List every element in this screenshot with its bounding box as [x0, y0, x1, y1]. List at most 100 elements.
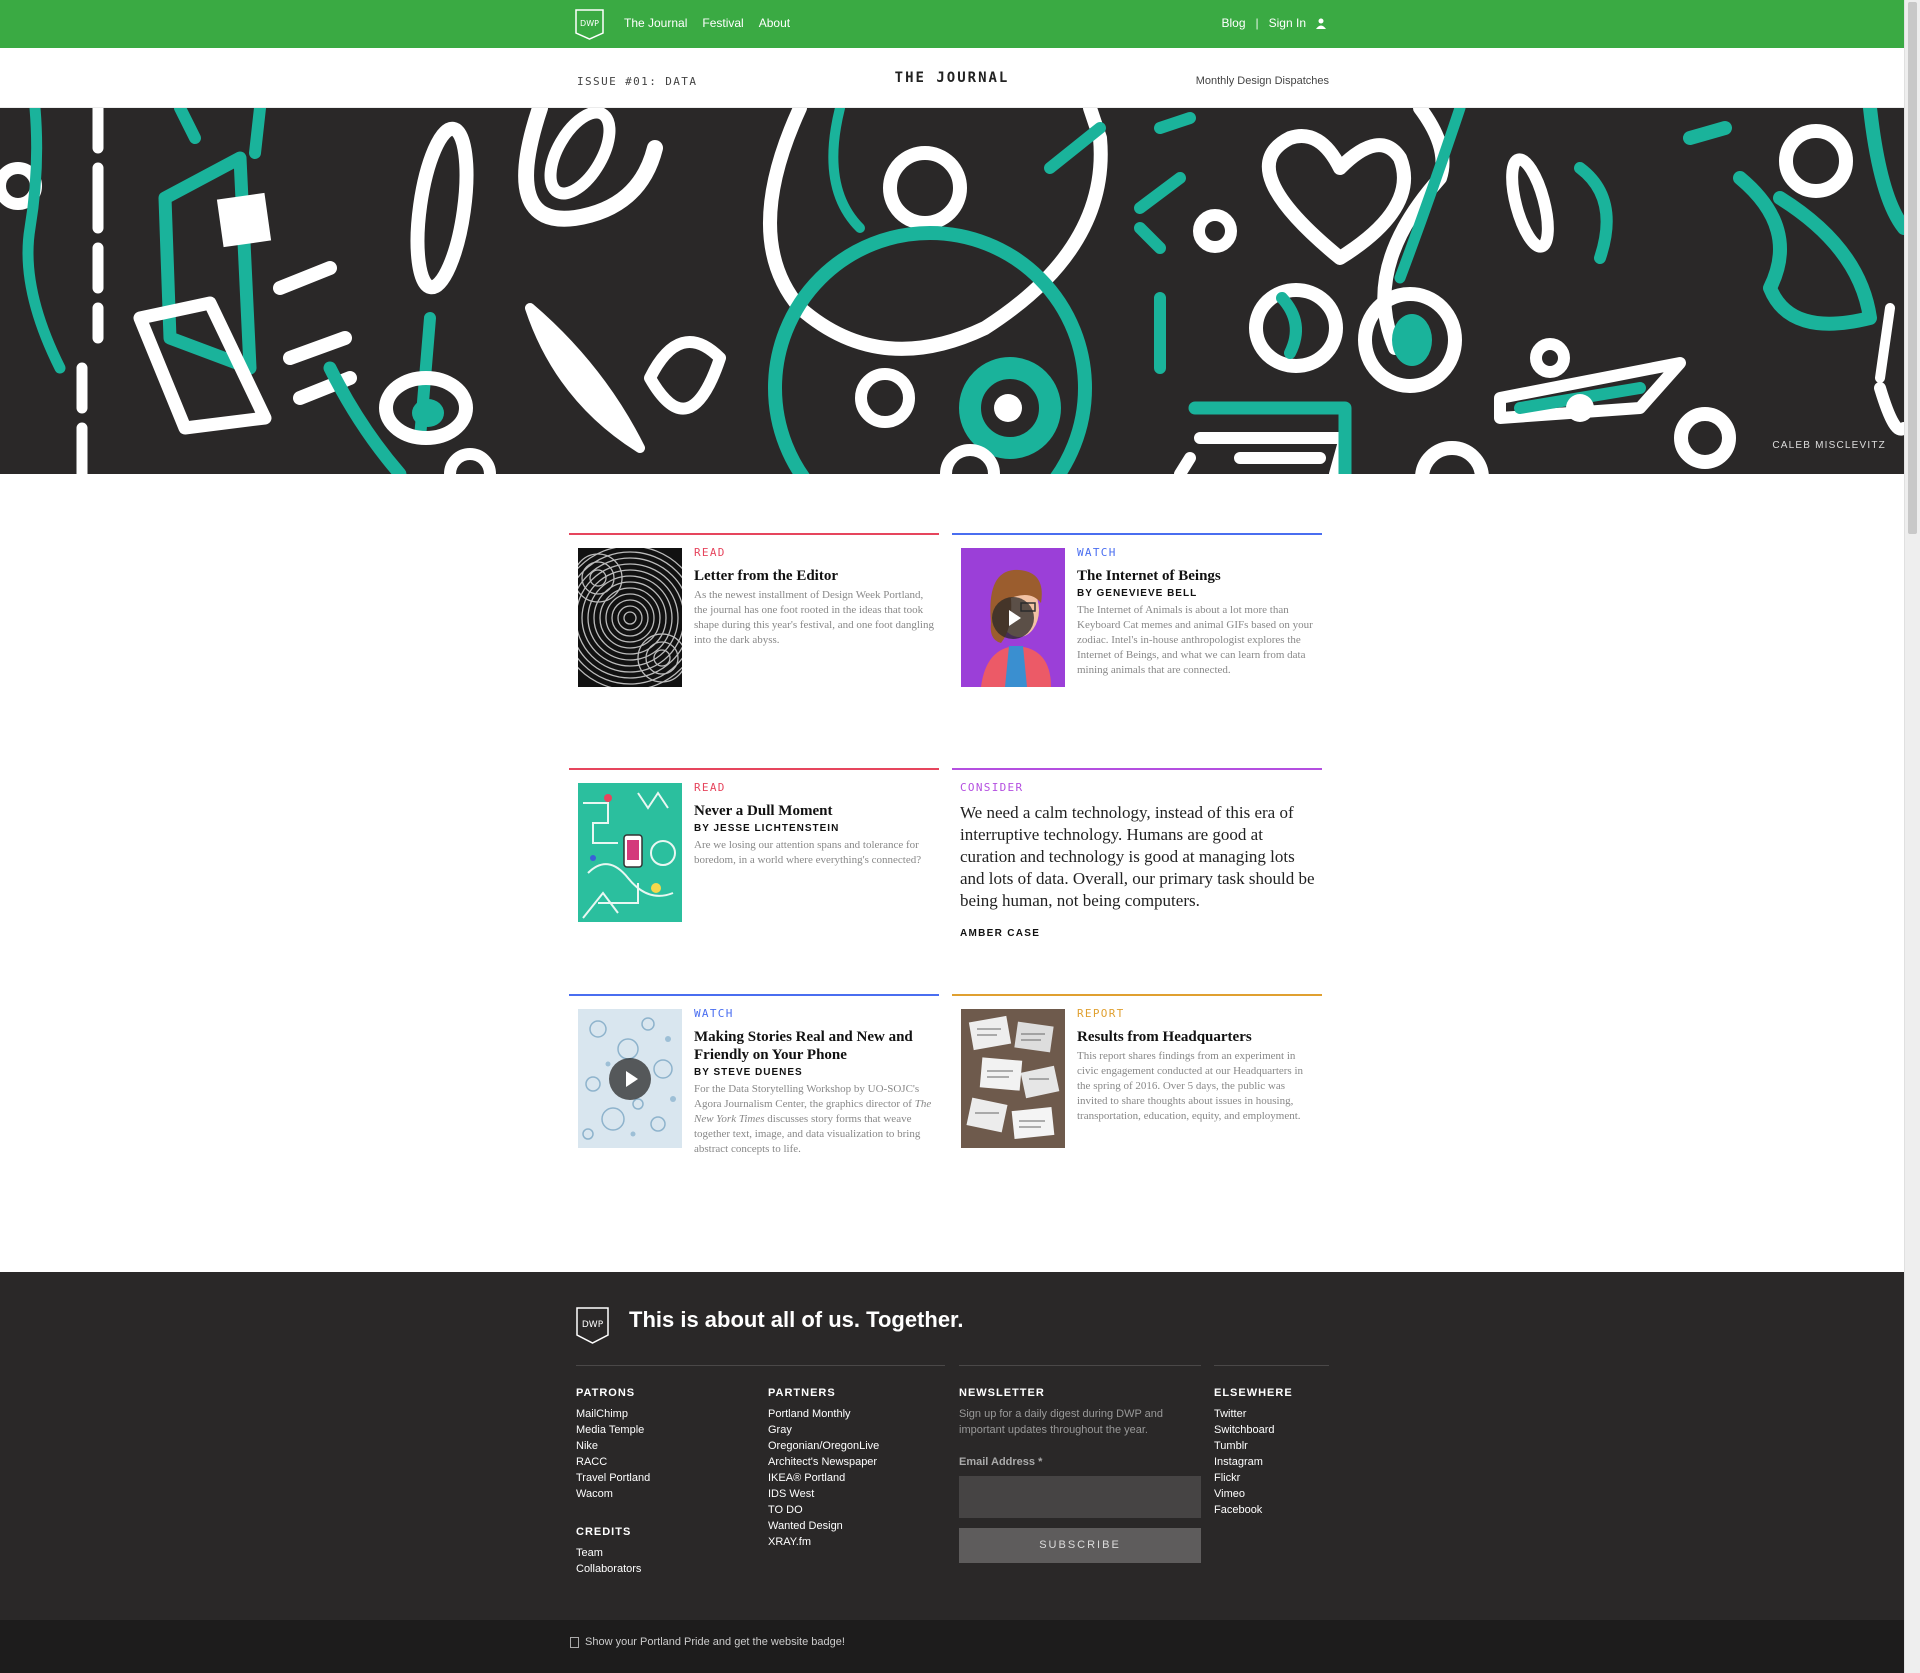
article-thumbnail[interactable]	[961, 1009, 1065, 1148]
article-meta: READ Never a Dull Moment BY JESSE LICHTE…	[694, 781, 934, 868]
page-title[interactable]: THE JOURNAL	[0, 70, 1904, 86]
footer-link-facebook[interactable]: Facebook	[1214, 1502, 1293, 1518]
article-thumbnail[interactable]	[578, 548, 682, 687]
footer-heading: CREDITS	[576, 1526, 632, 1538]
secondary-nav: Blog | Sign In	[1221, 16, 1326, 30]
journal-tagline: Monthly Design Dispatches	[1195, 75, 1329, 87]
footer-link[interactable]: TO DO	[768, 1502, 879, 1518]
article-kind: REPORT	[1077, 1007, 1125, 1020]
footer-heading: ELSEWHERE	[1214, 1387, 1293, 1399]
article-card-results-headquarters[interactable]: REPORT Results from Headquarters This re…	[952, 994, 1322, 1194]
nav-about[interactable]: About	[759, 16, 790, 30]
footer-link[interactable]: RACC	[576, 1454, 650, 1470]
dwp-logo-footer[interactable]: DWP	[576, 1307, 609, 1344]
quote-card-consider: CONSIDER We need a calm technology, inst…	[952, 768, 1322, 958]
footer-link[interactable]: Travel Portland	[576, 1470, 650, 1486]
journal-header: ISSUE #01: DATA THE JOURNAL Monthly Desi…	[0, 48, 1904, 108]
website-badge-link[interactable]: Show your Portland Pride and get the web…	[570, 1636, 845, 1648]
article-description: Are we losing our attention spans and to…	[694, 839, 922, 866]
hero-credit: CALEB MISCLEVITZ	[1766, 437, 1892, 454]
badge-icon	[570, 1636, 579, 1648]
footer-partners: PARTNERS Portland Monthly Gray Oregonian…	[768, 1387, 879, 1550]
maze-illustration	[578, 783, 682, 922]
footer-link[interactable]: IDS West	[768, 1486, 879, 1502]
footer-link[interactable]: Portland Monthly	[768, 1406, 879, 1422]
quote-block: CONSIDER We need a calm technology, inst…	[960, 781, 1320, 939]
footer-link[interactable]: Wacom	[576, 1486, 650, 1502]
nav-the-journal[interactable]: The Journal	[624, 16, 687, 30]
footer-link-tumblr[interactable]: Tumblr	[1214, 1438, 1293, 1454]
description-text: For the Data Storytelling Workshop by UO…	[694, 1083, 920, 1110]
footer-link[interactable]: Wanted Design	[768, 1518, 879, 1534]
article-kind: READ	[694, 546, 726, 559]
vertical-scrollbar[interactable]	[1904, 0, 1920, 1673]
footer-link[interactable]: Media Temple	[576, 1422, 650, 1438]
footer-link-twitter[interactable]: Twitter	[1214, 1406, 1293, 1422]
footer-link[interactable]: XRAY.fm	[768, 1534, 879, 1550]
nav-festival[interactable]: Festival	[702, 16, 743, 30]
footer-link[interactable]: MailChimp	[576, 1406, 650, 1422]
play-icon[interactable]	[609, 1058, 651, 1100]
nav-separator: |	[1255, 16, 1259, 30]
footer-link-vimeo[interactable]: Vimeo	[1214, 1486, 1293, 1502]
scrollbar-thumb[interactable]	[1908, 2, 1917, 534]
article-title[interactable]: Results from Headquarters	[1077, 1028, 1317, 1046]
site-footer: DWP This is about all of us. Together. P…	[0, 1272, 1904, 1620]
moire-pattern-image	[578, 548, 682, 687]
article-description: This report shares findings from an expe…	[1077, 1050, 1304, 1122]
footer-divider	[576, 1365, 945, 1366]
article-kind: CONSIDER	[960, 781, 1024, 794]
footer-link[interactable]: Gray	[768, 1422, 879, 1438]
hero-illustration: CALEB MISCLEVITZ	[0, 108, 1904, 474]
article-kind: WATCH	[1077, 546, 1117, 559]
article-card-making-stories[interactable]: WATCH Making Stories Real and New and Fr…	[569, 994, 939, 1214]
badge-bar: Show your Portland Pride and get the web…	[0, 1620, 1904, 1673]
svg-text:DWP: DWP	[582, 1320, 604, 1330]
footer-divider	[1214, 1365, 1329, 1366]
top-nav: DWP The Journal Festival About Blog | Si…	[0, 0, 1904, 48]
footer-link[interactable]: Collaborators	[576, 1561, 650, 1577]
subscribe-button[interactable]: SUBSCRIBE	[959, 1528, 1201, 1563]
article-card-letter[interactable]: READ Letter from the Editor As the newes…	[569, 533, 939, 713]
article-title[interactable]: Never a Dull Moment	[694, 802, 934, 820]
footer-newsletter: NEWSLETTER Sign up for a daily digest du…	[959, 1387, 1201, 1563]
article-meta: READ Letter from the Editor As the newes…	[694, 546, 934, 648]
article-kind: READ	[694, 781, 726, 794]
video-thumbnail[interactable]	[578, 1009, 682, 1148]
nav-sign-in[interactable]: Sign In	[1269, 16, 1306, 30]
badge-text[interactable]: Show your Portland Pride and get the web…	[585, 1636, 845, 1648]
article-title[interactable]: Letter from the Editor	[694, 567, 934, 585]
article-byline: BY JESSE LICHTENSTEIN	[694, 823, 840, 834]
footer-link[interactable]: Oregonian/OregonLive	[768, 1438, 879, 1454]
footer-link[interactable]: Nike	[576, 1438, 650, 1454]
email-field[interactable]	[959, 1476, 1201, 1518]
footer-link[interactable]: Architect's Newspaper	[768, 1454, 879, 1470]
article-title[interactable]: Making Stories Real and New and Friendly…	[694, 1028, 934, 1064]
newsletter-description: Sign up for a daily digest during DWP an…	[959, 1408, 1164, 1436]
footer-link-flickr[interactable]: Flickr	[1214, 1470, 1293, 1486]
footer-elsewhere: ELSEWHERE Twitter Switchboard Tumblr Ins…	[1214, 1387, 1293, 1518]
primary-nav: The Journal Festival About	[624, 16, 790, 30]
article-byline: BY STEVE DUENES	[694, 1067, 803, 1078]
article-kind: WATCH	[694, 1007, 734, 1020]
article-description: The Internet of Animals is about a lot m…	[1077, 604, 1313, 676]
user-icon[interactable]	[1316, 18, 1326, 29]
article-meta: WATCH Making Stories Real and New and Fr…	[694, 1007, 934, 1157]
footer-link-instagram[interactable]: Instagram	[1214, 1454, 1293, 1470]
nav-blog[interactable]: Blog	[1221, 16, 1245, 30]
footer-link-switchboard[interactable]: Switchboard	[1214, 1422, 1293, 1438]
footer-heading: NEWSLETTER	[959, 1387, 1045, 1399]
footer-link[interactable]: Team	[576, 1545, 650, 1561]
article-card-internet-of-beings[interactable]: WATCH The Internet of Beings BY GENEVIEV…	[952, 533, 1322, 733]
article-thumbnail[interactable]	[578, 783, 682, 922]
article-card-dull-moment[interactable]: READ Never a Dull Moment BY JESSE LICHTE…	[569, 768, 939, 938]
article-title[interactable]: The Internet of Beings	[1077, 567, 1317, 585]
quote-author: AMBER CASE	[960, 928, 1041, 939]
play-icon[interactable]	[992, 597, 1034, 639]
video-thumbnail[interactable]	[961, 548, 1065, 687]
footer-link[interactable]: IKEA® Portland	[768, 1470, 879, 1486]
pull-quote: We need a calm technology, instead of th…	[960, 803, 1315, 910]
article-byline: BY GENEVIEVE BELL	[1077, 588, 1198, 599]
hero-pattern	[0, 108, 1904, 474]
dwp-logo[interactable]: DWP	[575, 9, 604, 40]
